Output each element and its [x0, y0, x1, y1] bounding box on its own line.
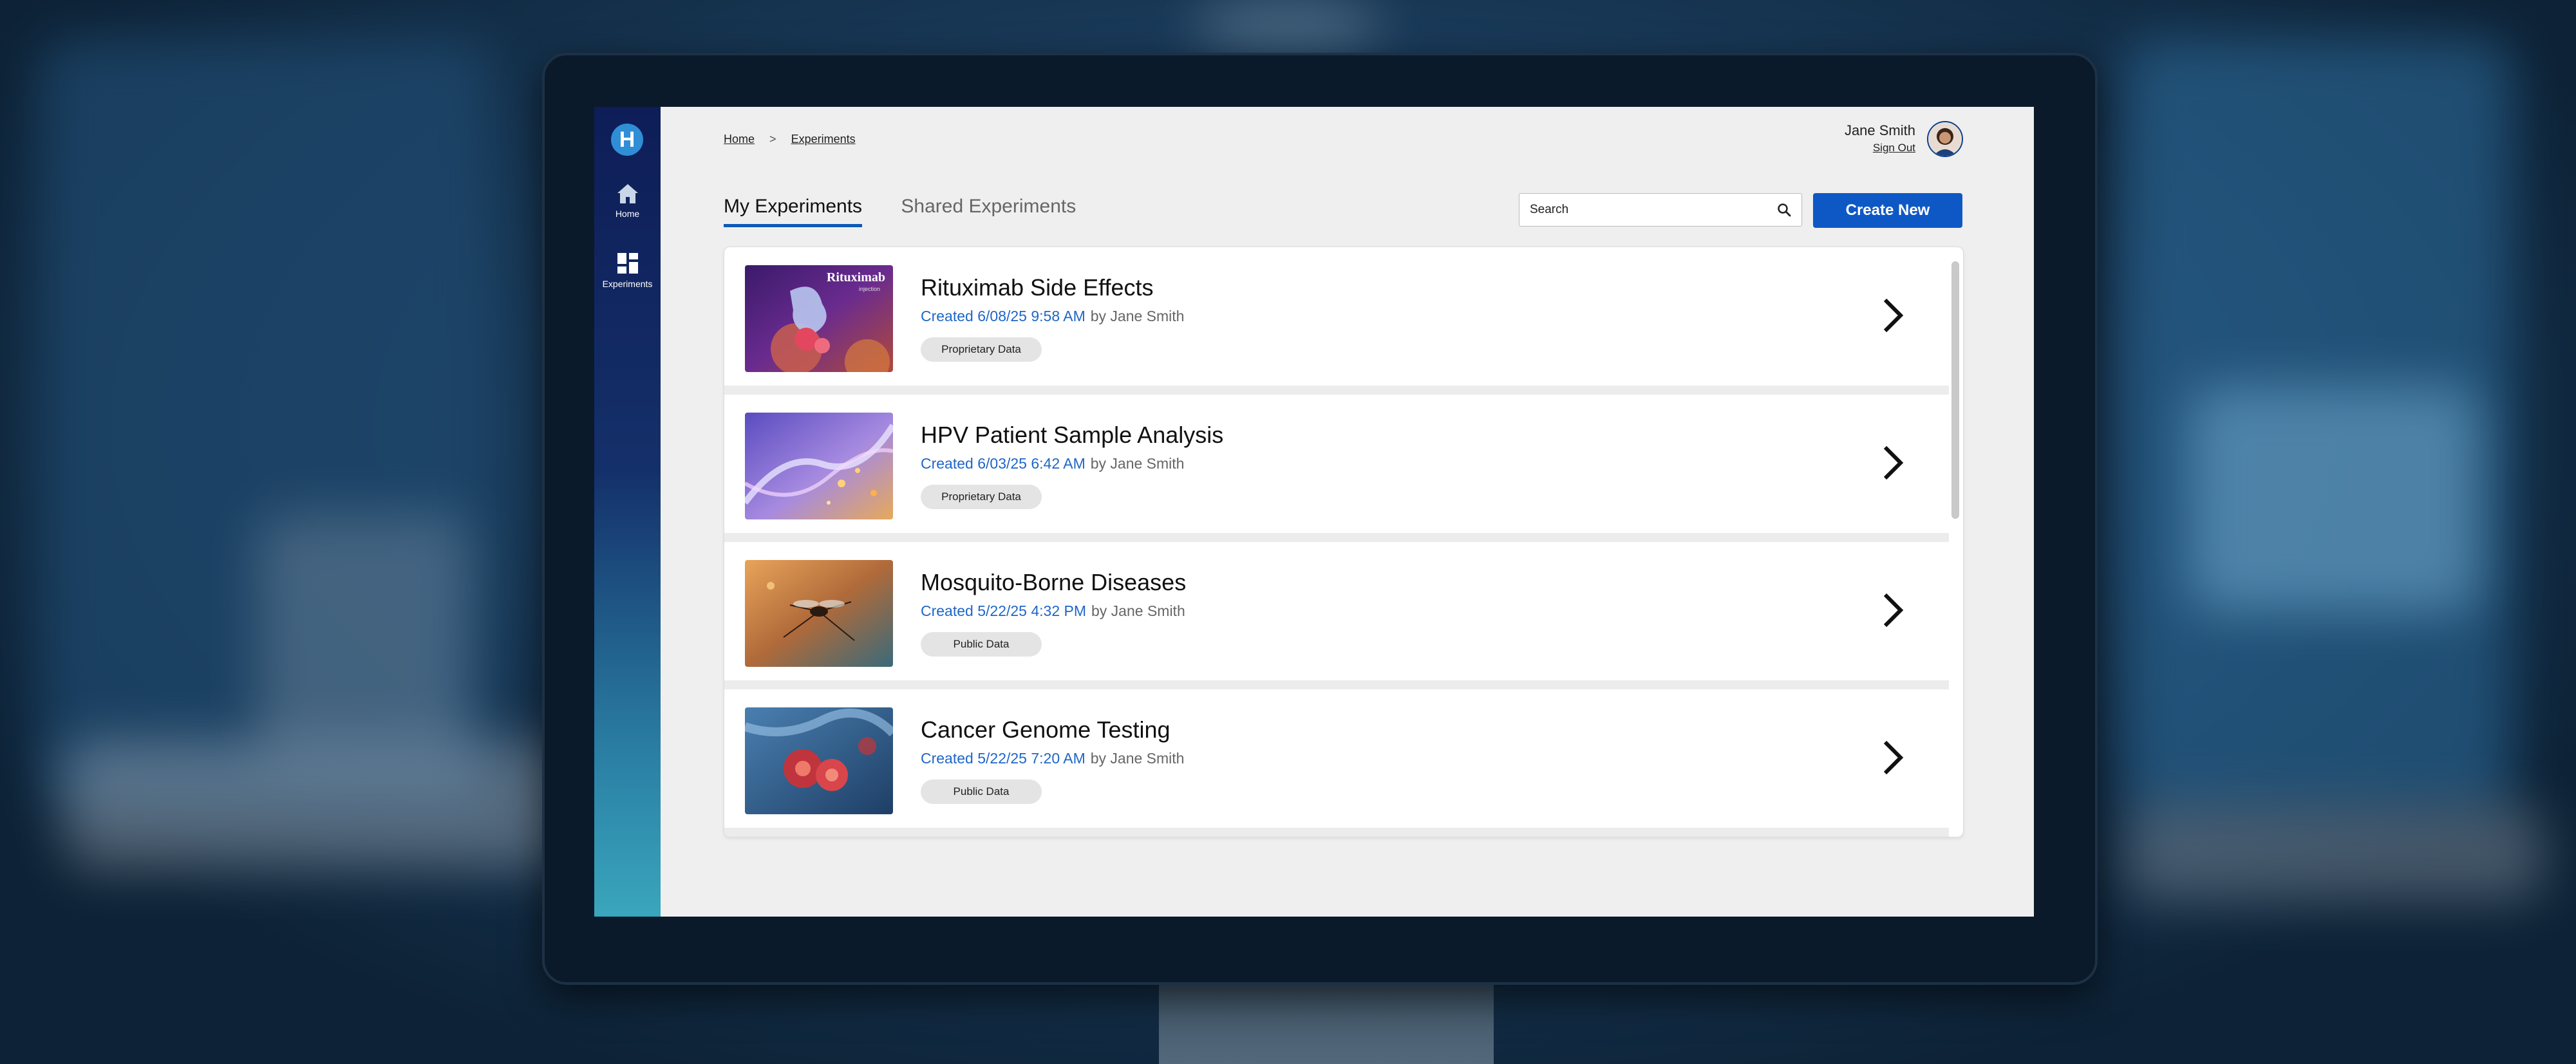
sidebar-item-label: Experiments — [602, 279, 653, 289]
background-blur — [64, 740, 579, 869]
background-blur — [2125, 805, 2543, 901]
sidebar: H Home Experiments — [594, 107, 661, 917]
breadcrumb-home-link[interactable]: Home — [724, 133, 755, 145]
list-item[interactable]: Rituximab injection Rituximab Side Effec… — [724, 247, 1949, 395]
tab-bar: My Experiments Shared Experiments — [724, 196, 1109, 227]
search-icon[interactable] — [1777, 203, 1791, 217]
create-new-button[interactable]: Create New — [1813, 193, 1962, 228]
chevron-right-icon[interactable] — [1880, 591, 1906, 630]
monitor-stand — [1159, 980, 1494, 1064]
list-item[interactable]: Mosquito-Borne Diseases Created 5/22/25 … — [724, 542, 1949, 689]
created-date-link[interactable]: Created 5/22/25 7:20 AM — [921, 750, 1086, 767]
experiment-title[interactable]: HPV Patient Sample Analysis — [921, 422, 1223, 449]
scrollbar[interactable] — [1951, 261, 1959, 519]
author-label: by Jane Smith — [1091, 602, 1185, 619]
chevron-right-icon[interactable] — [1880, 296, 1906, 335]
experiment-thumbnail: Rituximab injection — [745, 265, 893, 372]
experiment-title[interactable]: Cancer Genome Testing — [921, 716, 1170, 743]
app-window: H Home Experiments Home > Experiments Ja… — [594, 107, 2034, 917]
breadcrumb-separator: > — [769, 133, 776, 145]
created-date-link[interactable]: Created 6/03/25 6:42 AM — [921, 455, 1086, 472]
data-type-badge: Public Data — [921, 779, 1042, 804]
thumbnail-subcaption: injection — [858, 286, 880, 292]
experiment-list: Rituximab injection Rituximab Side Effec… — [724, 247, 1964, 837]
dashboard-icon — [617, 253, 638, 274]
background-blur — [1191, 0, 1384, 51]
experiment-meta: Created 5/22/25 4:32 PM by Jane Smith — [921, 602, 1185, 620]
experiment-meta: Created 6/08/25 9:58 AM by Jane Smith — [921, 308, 1184, 325]
avatar[interactable] — [1927, 121, 1963, 157]
breadcrumb: Home > Experiments — [724, 133, 856, 146]
experiment-title[interactable]: Rituximab Side Effects — [921, 274, 1154, 301]
user-name: Jane Smith — [1844, 122, 1915, 138]
experiment-title[interactable]: Mosquito-Borne Diseases — [921, 569, 1186, 596]
tab-my-experiments[interactable]: My Experiments — [724, 196, 863, 227]
experiment-meta: Created 5/22/25 7:20 AM by Jane Smith — [921, 750, 1184, 767]
sidebar-item-label: Home — [615, 209, 640, 219]
user-avatar-icon — [1928, 122, 1962, 156]
sidebar-item-home[interactable]: Home — [594, 183, 661, 220]
experiment-meta: Created 6/03/25 6:42 AM by Jane Smith — [921, 455, 1184, 472]
chevron-right-icon[interactable] — [1880, 738, 1906, 777]
experiment-thumbnail — [745, 413, 893, 519]
thumbnail-caption: Rituximab — [826, 270, 885, 285]
breadcrumb-experiments-link[interactable]: Experiments — [791, 133, 856, 145]
experiment-thumbnail — [745, 560, 893, 667]
experiment-thumbnail — [745, 707, 893, 814]
list-item[interactable]: Cancer Genome Testing Created 5/22/25 7:… — [724, 689, 1949, 837]
data-type-badge: Proprietary Data — [921, 337, 1042, 362]
author-label: by Jane Smith — [1090, 308, 1185, 324]
data-type-badge: Proprietary Data — [921, 485, 1042, 509]
app-logo[interactable]: H — [611, 124, 643, 156]
background-blur — [258, 515, 470, 760]
search-box — [1519, 193, 1802, 227]
author-label: by Jane Smith — [1090, 750, 1185, 767]
tab-shared-experiments[interactable]: Shared Experiments — [901, 196, 1076, 224]
created-date-link[interactable]: Created 5/22/25 4:32 PM — [921, 602, 1086, 619]
background-blur — [2189, 386, 2479, 611]
chevron-right-icon[interactable] — [1880, 443, 1906, 482]
sidebar-item-experiments[interactable]: Experiments — [594, 252, 661, 290]
author-label: by Jane Smith — [1090, 455, 1185, 472]
sign-out-link[interactable]: Sign Out — [1845, 142, 1915, 154]
home-icon — [617, 184, 638, 203]
search-input[interactable] — [1528, 202, 1763, 218]
list-item[interactable]: HPV Patient Sample Analysis Created 6/03… — [724, 395, 1949, 542]
created-date-link[interactable]: Created 6/08/25 9:58 AM — [921, 308, 1086, 324]
data-type-badge: Public Data — [921, 632, 1042, 657]
